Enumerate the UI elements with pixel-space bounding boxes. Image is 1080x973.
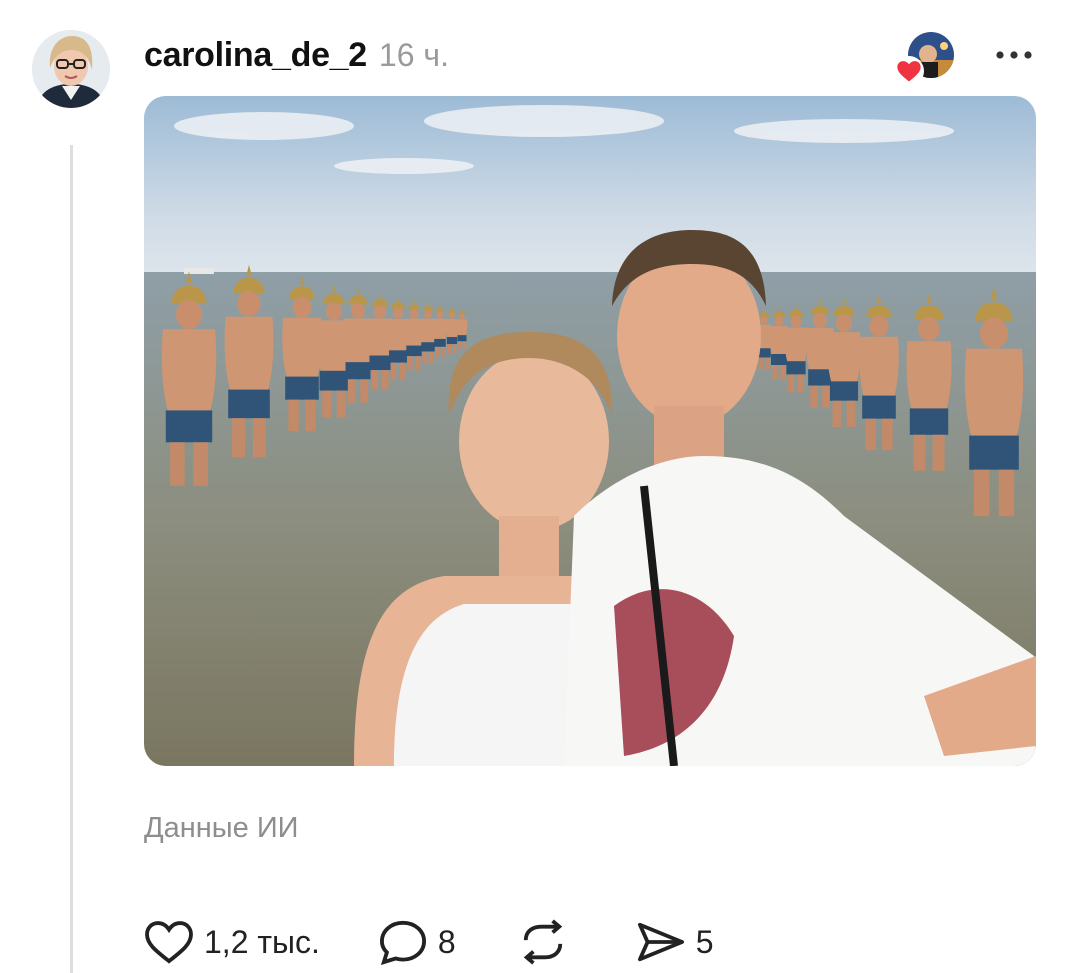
author-avatar[interactable] (32, 30, 110, 108)
repost-icon (523, 919, 562, 965)
comment-bubble-icon (379, 920, 426, 965)
share-count: 5 (695, 923, 714, 960)
action-bar: 1,2 тыс. 8 5 (144, 912, 714, 972)
comment-count: 8 (437, 923, 456, 960)
post-header: carolina_de_2 16 ч. (144, 36, 449, 78)
like-count: 1,2 тыс. (204, 923, 320, 960)
ai-info-label[interactable]: Данные ИИ (144, 812, 299, 845)
comment-button[interactable]: 8 (378, 919, 456, 965)
heart-badge-icon (894, 56, 924, 86)
post-image[interactable] (144, 96, 1036, 766)
more-options-button[interactable] (990, 40, 1038, 70)
thread-line (70, 145, 73, 973)
repost-button[interactable] (518, 919, 568, 965)
heart-icon (145, 921, 193, 964)
send-icon (637, 922, 684, 962)
more-dots-icon (996, 51, 1032, 59)
username[interactable]: carolina_de_2 (144, 36, 367, 75)
like-button[interactable]: 1,2 тыс. (144, 920, 320, 964)
post-time: 16 ч. (378, 37, 449, 73)
share-button[interactable]: 5 (636, 919, 714, 965)
